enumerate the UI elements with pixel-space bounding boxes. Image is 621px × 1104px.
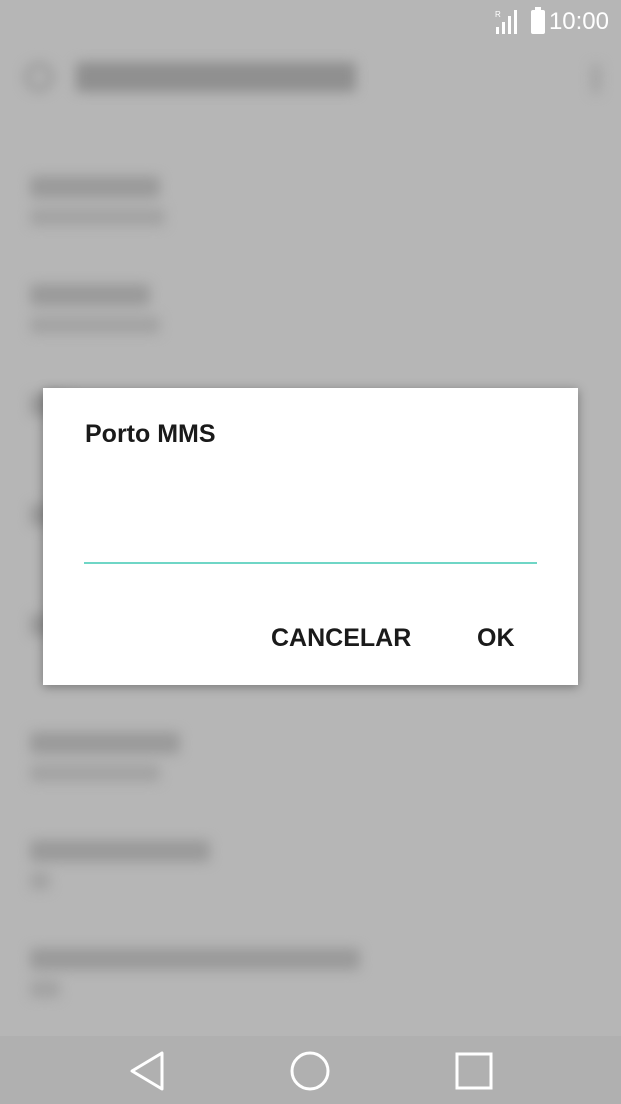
home-circle-icon (290, 1051, 330, 1091)
back-triangle-icon (130, 1051, 164, 1091)
recents-square-icon (455, 1052, 493, 1090)
back-button[interactable] (120, 1044, 174, 1098)
background-menu-icon (591, 64, 601, 94)
signal-roaming-icon: R (495, 9, 521, 35)
status-bar: R 10:00 (0, 0, 621, 44)
dialog-title: Porto MMS (85, 420, 216, 448)
battery-full-icon (530, 7, 545, 34)
recents-button[interactable] (447, 1044, 501, 1098)
porto-mms-dialog: Porto MMS CANCELAR OK (43, 388, 578, 685)
ok-button[interactable]: OK (477, 624, 515, 653)
cancel-button[interactable]: CANCELAR (271, 624, 411, 653)
phone-screen: R 10:00 Porto MMS CANCELAR OK (0, 0, 621, 1104)
porto-mms-input[interactable] (84, 528, 537, 564)
background-list-item (30, 948, 360, 998)
home-button[interactable] (283, 1044, 337, 1098)
background-toolbar (24, 62, 356, 92)
background-back-icon (24, 62, 54, 92)
navigation-bar (0, 1036, 621, 1104)
background-list-item (30, 732, 180, 782)
svg-text:R: R (495, 10, 501, 19)
background-list-item (30, 840, 210, 890)
background-title-placeholder (76, 62, 356, 92)
background-list-item (30, 176, 165, 226)
status-time: 10:00 (548, 8, 609, 35)
background-list-item (30, 284, 160, 334)
